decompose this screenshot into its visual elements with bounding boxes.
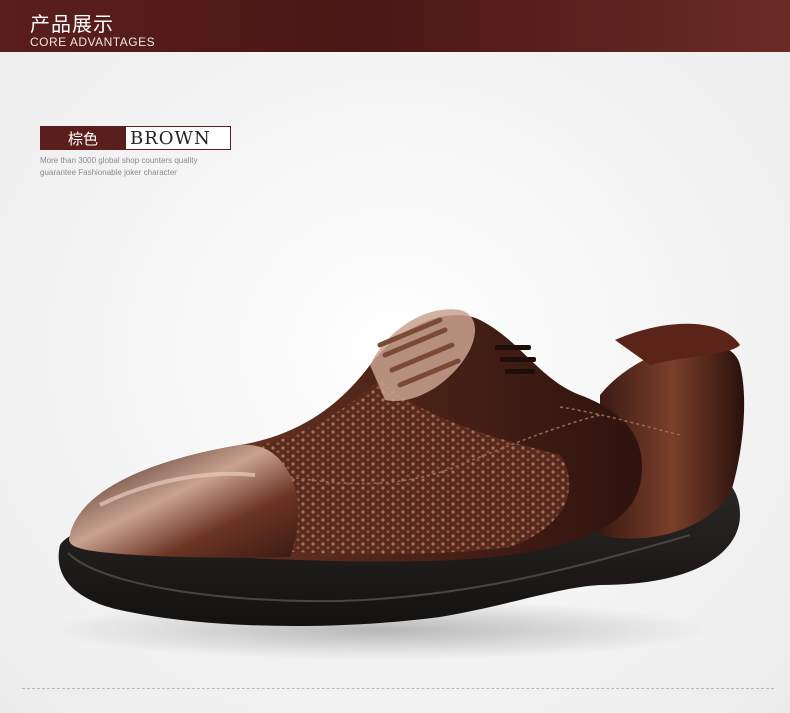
description-line-1: More than 3000 global shop counters qual…: [40, 156, 198, 165]
section-title: 产品展示: [30, 12, 114, 36]
description-line-2: guarantee Fashionable joker character: [40, 168, 177, 177]
product-description: More than 3000 global shop counters qual…: [40, 155, 230, 179]
color-label-cn: 棕色: [40, 126, 126, 150]
color-tag: 棕色 BROWN: [40, 126, 231, 150]
section-subtitle: CORE ADVANTAGES: [30, 35, 156, 49]
section-header: 产品展示 CORE ADVANTAGES: [0, 0, 790, 52]
shoe-image: [50, 309, 745, 660]
bottom-divider: [22, 688, 774, 689]
color-label-en: BROWN: [126, 126, 231, 150]
